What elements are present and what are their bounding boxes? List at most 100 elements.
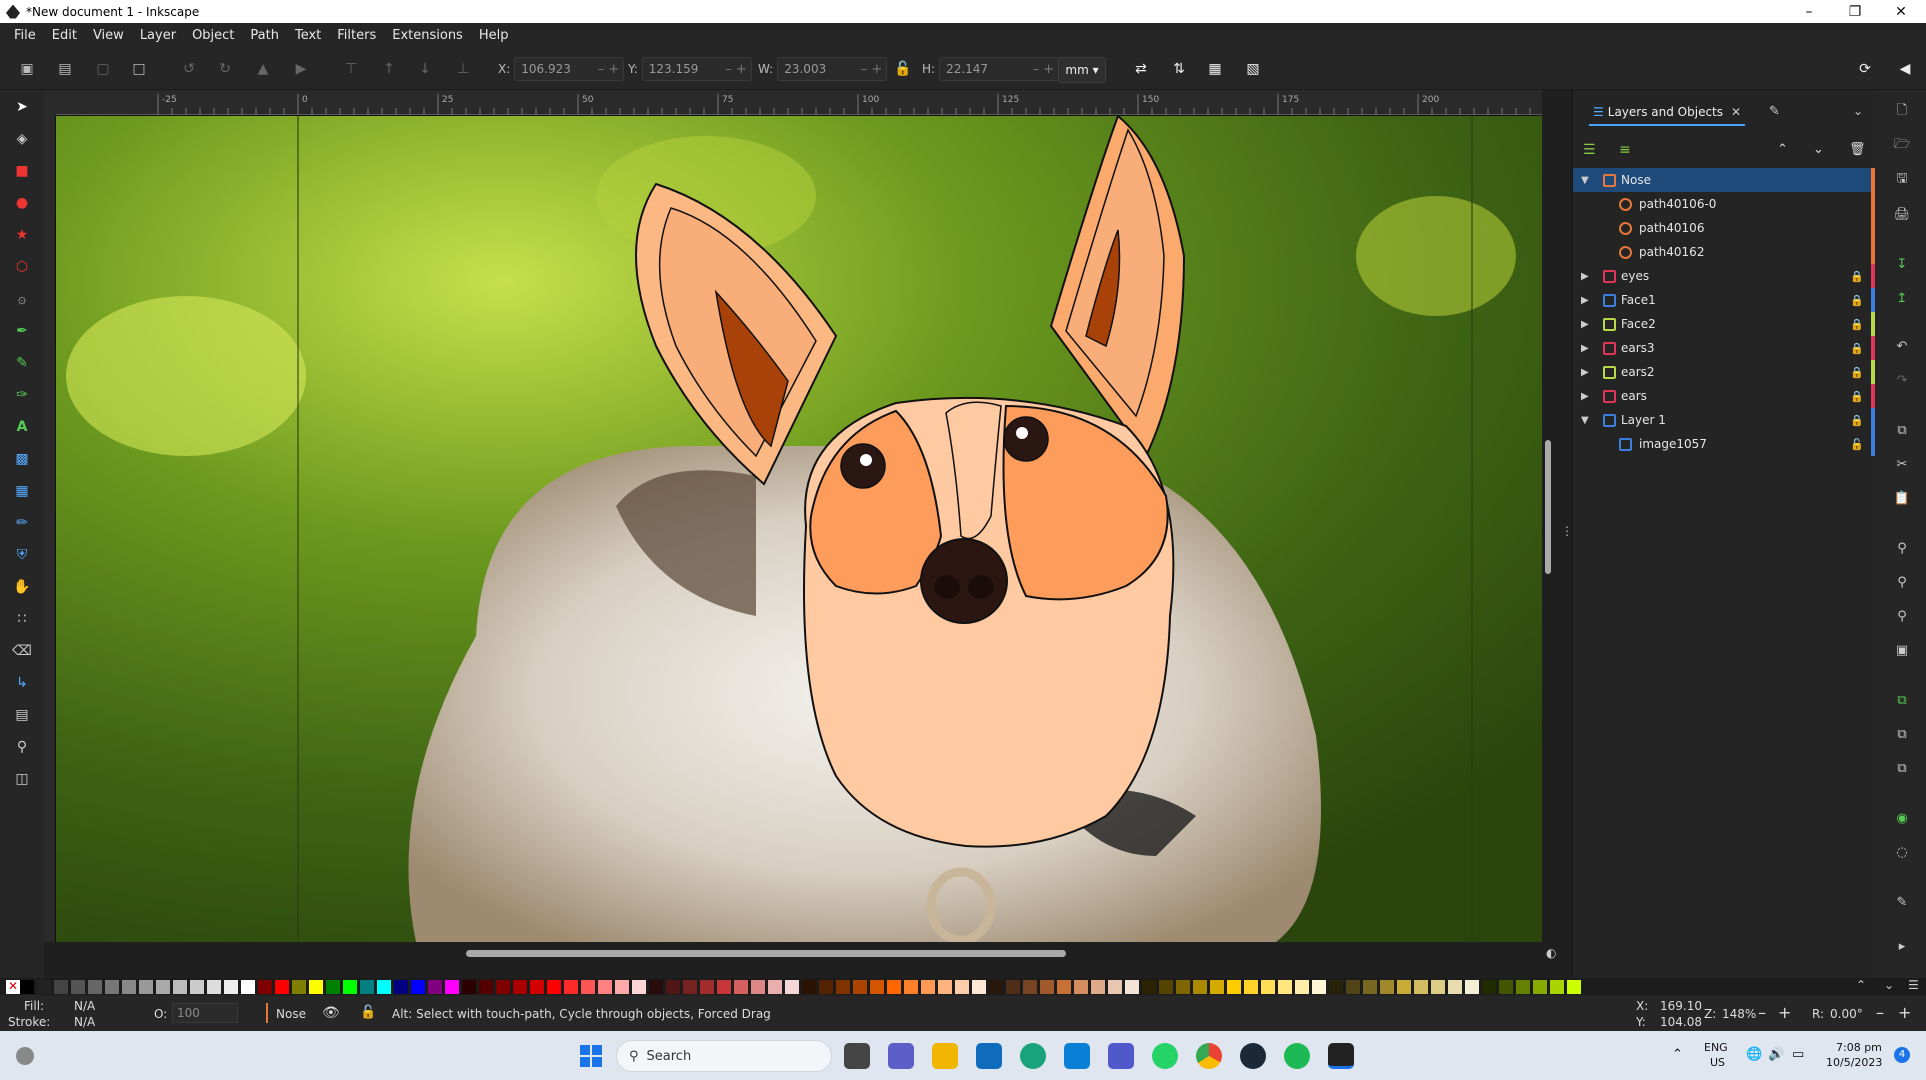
layer-row-ears[interactable]: ▶ ears 🔒 [1573, 384, 1875, 408]
w-value[interactable]: 23.003 [784, 62, 826, 76]
x-value[interactable]: 106.923 [521, 62, 571, 76]
opacity-input[interactable]: 100 [172, 1003, 238, 1023]
steam-icon[interactable] [1240, 1043, 1266, 1069]
color-swatch[interactable] [598, 980, 612, 994]
nostril-right[interactable] [968, 575, 994, 599]
copy-icon[interactable]: ⧉ [1892, 420, 1912, 440]
menu-layer[interactable]: Layer [132, 28, 184, 43]
connector-tool-icon[interactable]: ↳ [11, 672, 33, 694]
color-swatch[interactable] [1074, 980, 1088, 994]
raise-top-icon[interactable]: ⊤ [340, 58, 362, 80]
rotate-ccw-icon[interactable]: ↺ [178, 58, 200, 80]
layer-row-eyes[interactable]: ▶ eyes 🔒 [1573, 264, 1875, 288]
horizontal-scroll-thumb[interactable] [466, 950, 1066, 957]
color-swatch[interactable] [54, 980, 68, 994]
color-swatch[interactable] [428, 980, 442, 994]
zoom-page-icon[interactable]: ⚲ [1892, 606, 1912, 626]
ruler-lock-icon[interactable] [44, 90, 56, 116]
layer-row-ears3[interactable]: ▶ ears3 🔒 [1573, 336, 1875, 360]
text-tool-icon[interactable]: A [11, 416, 33, 438]
duplicate-icon[interactable]: ⧉ [1892, 690, 1912, 710]
rotate-cw-icon[interactable]: ↻ [214, 58, 236, 80]
y-field[interactable]: Y: 123.159 – + [628, 57, 752, 81]
expand-arrow-icon[interactable]: ▶ [1581, 343, 1589, 354]
color-swatch[interactable] [156, 980, 170, 994]
color-swatch[interactable] [768, 980, 782, 994]
y-value[interactable]: 123.159 [649, 62, 699, 76]
snap-toggle-icon[interactable]: ⟳ [1854, 58, 1876, 80]
zoom-tool-icon[interactable]: ⚲ [11, 736, 33, 758]
color-swatch[interactable] [20, 980, 34, 994]
color-swatch[interactable] [972, 980, 986, 994]
color-swatch[interactable] [173, 980, 187, 994]
fill-value[interactable]: N/A [74, 999, 95, 1013]
select-all-icon[interactable]: ▣ [16, 58, 38, 80]
color-swatch[interactable] [989, 980, 1003, 994]
layer-row-face2[interactable]: ▶ Face2 🔒 [1573, 312, 1875, 336]
spotify-icon[interactable] [1284, 1043, 1310, 1069]
unlock-icon[interactable]: 🔓 [1850, 438, 1864, 451]
left-eye[interactable] [840, 443, 886, 489]
expand-arrow-icon[interactable]: ▶ [1581, 391, 1589, 402]
color-swatch[interactable] [938, 980, 952, 994]
color-swatch[interactable] [1567, 980, 1581, 994]
tray-overflow-icon[interactable]: ⌃ [1672, 1047, 1683, 1062]
color-swatch[interactable] [1346, 980, 1360, 994]
measure-tool-icon[interactable]: ◫ [11, 768, 33, 790]
color-swatch[interactable] [649, 980, 663, 994]
color-swatch[interactable] [819, 980, 833, 994]
panel-menu-icon[interactable]: ⌄ [1853, 104, 1863, 118]
color-swatch[interactable] [1193, 980, 1207, 994]
color-swatch[interactable] [71, 980, 85, 994]
zoom-out-icon[interactable]: – [1758, 1003, 1766, 1022]
color-swatch[interactable] [887, 980, 901, 994]
color-swatch[interactable] [1431, 980, 1445, 994]
tab-layers-objects[interactable]: ☰ Layers and Objects ✕ [1589, 100, 1746, 126]
volume-icon[interactable]: 🔊 [1768, 1047, 1784, 1062]
color-swatch[interactable] [700, 980, 714, 994]
color-swatch[interactable] [1516, 980, 1530, 994]
collapse-commands-icon[interactable]: ◀ [1894, 58, 1916, 80]
microsoft-store-icon[interactable] [976, 1043, 1002, 1069]
export-icon[interactable]: ↥ [1892, 288, 1912, 308]
pen-tool-icon[interactable]: ✒ [11, 320, 33, 342]
color-swatch[interactable] [1057, 980, 1071, 994]
color-swatch[interactable] [1533, 980, 1547, 994]
more-commands-icon[interactable]: ▸ [1892, 936, 1912, 956]
expand-arrow-icon[interactable]: ▼ [1581, 415, 1589, 426]
color-swatch[interactable] [1125, 980, 1139, 994]
color-swatch[interactable] [1023, 980, 1037, 994]
color-swatch[interactable] [1091, 980, 1105, 994]
color-swatch[interactable] [360, 980, 374, 994]
lock-icon[interactable]: 🔒 [1850, 390, 1864, 403]
close-tab-icon[interactable]: ✕ [1731, 105, 1741, 119]
color-swatch[interactable] [615, 980, 629, 994]
redo-icon[interactable]: ↷ [1892, 370, 1912, 390]
whatsapp-icon[interactable] [1152, 1043, 1178, 1069]
nose[interactable] [920, 538, 1008, 624]
scale-stroke-icon[interactable]: ⇄ [1130, 58, 1152, 80]
select-all-layers-icon[interactable]: ▤ [54, 58, 76, 80]
palette-menu-icon[interactable]: ☰ [1908, 978, 1919, 992]
layer-row-nose[interactable]: ▼ Nose [1573, 168, 1875, 192]
rotation-value[interactable]: 0.00° [1830, 1007, 1863, 1021]
color-swatch[interactable] [1040, 980, 1054, 994]
color-swatch[interactable] [1142, 980, 1156, 994]
spiral-tool-icon[interactable]: ۞ [11, 288, 33, 310]
object-row[interactable]: path40106-0 [1573, 192, 1875, 216]
vertical-scroll-thumb[interactable] [1545, 440, 1551, 574]
w-field[interactable]: W: 23.003 – + [758, 57, 888, 81]
color-swatch[interactable] [343, 980, 357, 994]
color-swatch[interactable] [547, 980, 561, 994]
menu-extensions[interactable]: Extensions [384, 28, 471, 43]
color-swatch[interactable] [751, 980, 765, 994]
object-row[interactable]: image1057 🔓 [1573, 432, 1875, 456]
delete-layer-icon[interactable]: 🗑 [1849, 142, 1866, 157]
color-swatch[interactable] [1414, 980, 1428, 994]
pencil-tool-icon[interactable]: ✎ [11, 352, 33, 374]
clock-time[interactable]: 7:08 pm [1836, 1041, 1882, 1054]
color-swatch[interactable] [1482, 980, 1496, 994]
eraser-tool-icon[interactable]: ⌫ [11, 640, 33, 662]
color-swatch[interactable] [1499, 980, 1513, 994]
color-swatch[interactable] [683, 980, 697, 994]
